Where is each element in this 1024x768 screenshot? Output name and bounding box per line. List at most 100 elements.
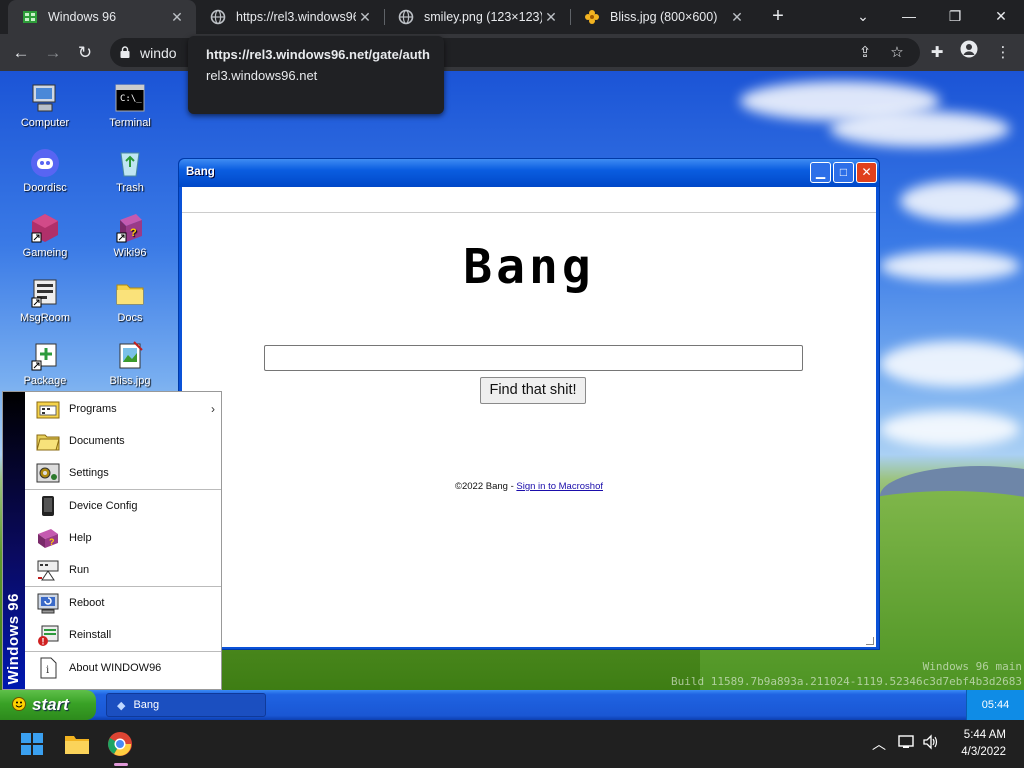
sign-in-link[interactable]: Sign in to Macroshof [516,481,603,492]
back-arrow-icon[interactable]: ← [8,40,34,66]
cloud [900,181,1020,221]
desktop-icon-package[interactable]: Package [5,339,85,387]
address-bar-right[interactable] [440,38,920,67]
desktop-icon-msgroom[interactable]: MsgRoom [5,276,85,324]
desktop-icon-label: Gameing [22,247,68,259]
close-window-icon[interactable]: ✕ [978,0,1024,34]
win96-taskbar: start ◆ Bang 05:44 [0,690,1024,720]
build-watermark-line1: Windows 96 main [922,660,1022,673]
maximize-icon[interactable]: □ [833,162,854,183]
desktop-icon-gameing[interactable]: Gameing [5,211,85,259]
start-menu-item-programs[interactable]: Programs › [25,393,221,425]
tab-smiley[interactable]: smiley.png (123×123) ✕ [384,0,570,34]
minimize-window-icon[interactable]: — [886,0,932,34]
tooltip-host: rel3.windows96.net [206,68,318,83]
start-menu-item-help[interactable]: ? Help [25,522,221,554]
taskbar-item-bang[interactable]: ◆ Bang [106,693,266,717]
resize-grip[interactable] [866,637,874,645]
diamond-icon: ◆ [117,699,126,712]
close-icon[interactable]: ✕ [856,162,877,183]
msgroom-icon [28,276,62,310]
tab-windows96[interactable]: Windows 96 ✕ [8,0,196,34]
terminal-icon: C:\_ [113,81,147,115]
game-cube-icon [28,211,62,245]
start-menu-item-label: About WINDOW96 [69,662,162,674]
start-menu: Windows 96 Programs › Documents Settings… [2,391,222,690]
desktop-icon-label: MsgRoom [19,312,71,324]
file-explorer-icon[interactable] [61,728,93,760]
tab-bliss[interactable]: Bliss.jpg (800×600) ✕ [570,0,756,34]
desktop-icon-trash[interactable]: Trash [90,146,170,194]
start-menu-item-reinstall[interactable]: ! Reinstall [25,619,221,651]
start-menu-item-label: Device Config [69,500,138,512]
programs-icon [35,396,61,422]
show-hidden-icons-chevron-icon[interactable]: ︿ [872,734,886,754]
search-input[interactable] [264,345,803,371]
desktop-icon-label: Trash [116,182,144,194]
help-book-icon: ? [35,525,61,551]
folder-icon [113,276,147,310]
book-icon: ? [113,211,147,245]
windows-start-icon[interactable] [16,728,48,760]
bang-logo: Bang [463,239,595,295]
start-menu-item-device-config[interactable]: Device Config [25,490,221,522]
close-tab-icon[interactable]: ✕ [356,9,374,26]
address-bar[interactable]: windo [110,38,190,67]
cloud [830,111,1010,147]
new-tab-button[interactable]: + [766,4,790,28]
desktop-icon-doordisc[interactable]: Doordisc [5,146,85,194]
system-clock[interactable]: 5:44 AM 4/3/2022 [961,727,1006,761]
tab-search-chevron-icon[interactable]: ⌄ [840,0,886,34]
globe-icon [398,9,414,25]
documents-folder-icon [35,428,61,454]
share-icon[interactable]: ⇪ [852,40,878,66]
volume-icon[interactable] [922,734,940,753]
start-menu-item-label: Documents [69,435,125,447]
desktop-icon-terminal[interactable]: C:\_ Terminal [90,81,170,129]
reload-icon[interactable]: ↻ [72,40,98,66]
cloud [880,251,1020,281]
desktop-icon-computer[interactable]: Computer [5,81,85,129]
menu-kebab-icon[interactable]: ⋮ [990,40,1016,66]
desktop-icon-bliss[interactable]: Bliss.jpg [90,339,170,387]
tab-title: smiley.png (123×123) [424,10,542,24]
find-button[interactable]: Find that shit! [480,377,586,404]
restore-window-icon[interactable]: ❐ [932,0,978,34]
extensions-puzzle-icon[interactable]: ✚ [924,40,950,66]
svg-text:i: i [46,665,49,676]
start-menu-banner-label: Windows 96 [5,593,22,685]
window-content: Bang Find that shit! ©2022 Bang - Sign i… [182,187,876,647]
tooltip-url: https://rel3.windows96.net/gate/auth [206,47,430,62]
start-menu-item-settings[interactable]: Settings [25,457,221,489]
package-icon [28,339,62,373]
network-icon[interactable] [898,734,916,753]
desktop-icon-docs[interactable]: Docs [90,276,170,324]
forward-arrow-icon[interactable]: → [40,40,66,66]
start-menu-item-reboot[interactable]: Reboot [25,587,221,619]
device-icon [35,493,61,519]
tab-rel3[interactable]: https://rel3.windows96 ✕ [196,0,384,34]
chrome-icon[interactable] [104,728,136,766]
close-tab-icon[interactable]: ✕ [728,9,746,26]
start-menu-item-label: Help [69,532,92,544]
desktop-icon-label: Package [23,375,67,387]
start-button[interactable]: start [0,690,96,720]
clock-time: 5:44 AM [963,729,1006,741]
profile-avatar-icon[interactable] [956,40,982,66]
recycle-bin-icon [113,146,147,180]
start-menu-banner: Windows 96 [3,392,25,689]
close-tab-icon[interactable]: ✕ [542,9,560,26]
start-menu-item-documents[interactable]: Documents [25,425,221,457]
bookmark-star-icon[interactable]: ☆ [884,40,910,66]
start-menu-item-run[interactable]: Run [25,554,221,586]
desktop-icon-wiki96[interactable]: ? Wiki96 [90,211,170,259]
minimize-icon[interactable]: ▁ [810,162,831,183]
window-titlebar[interactable]: Bang ▁ □ ✕ [179,159,879,187]
cloud [880,341,1024,387]
taskbar-item-label: Bang [133,699,160,711]
settings-icon [35,460,61,486]
close-tab-icon[interactable]: ✕ [168,9,186,26]
start-menu-item-about[interactable]: i About WINDOW96 [25,652,221,684]
desktop-icon-label: Terminal [109,117,151,129]
submenu-arrow-icon: › [211,402,215,416]
